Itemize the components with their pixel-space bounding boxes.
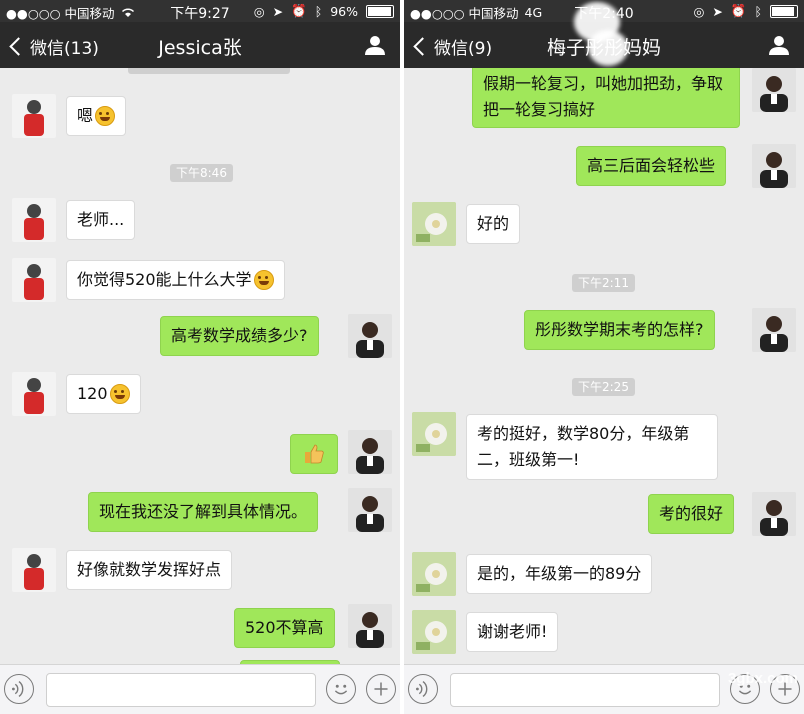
avatar-self[interactable]	[348, 488, 392, 532]
bluetooth-icon: ᛒ	[754, 3, 762, 19]
avatar-self[interactable]	[752, 68, 796, 112]
avatar-contact[interactable]	[412, 412, 456, 456]
bluetooth-icon: ᛒ	[314, 3, 323, 19]
message-list[interactable]: 嗯 下午8:46 老师... 你觉得520能上什么大学 高考数学成绩多少? 12…	[0, 68, 400, 664]
teacher-avatar-icon	[348, 430, 392, 474]
message-bubble-self[interactable]: 现在我还没了解到具体情况。	[88, 492, 319, 532]
input-toolbar	[0, 664, 400, 714]
teacher-avatar-icon	[752, 308, 796, 352]
message-list[interactable]: 假期一轮复习，叫她加把劲，争取把一轮复习搞好 高三后面会轻松些 好的 下午2:1…	[404, 68, 804, 664]
status-bar: ●●○○○ 中国移动 下午9:27 ◎ ➤ ⏰ ᛒ 96%	[0, 0, 400, 22]
chat-window-left: ●●○○○ 中国移动 下午9:27 ◎ ➤ ⏰ ᛒ 96% 微信(13) Jes…	[0, 0, 400, 714]
contact-profile-icon[interactable]	[768, 34, 790, 56]
message-input[interactable]	[46, 673, 316, 707]
privacy-blur	[588, 30, 628, 66]
message-bubble[interactable]: 谢谢老师!	[466, 612, 559, 652]
message-bubble[interactable]: 嗯	[66, 96, 127, 136]
message-bubble[interactable]: 考的挺好，数学80分，年级第二，班级第一!	[466, 414, 718, 480]
voice-input-icon[interactable]	[4, 674, 34, 704]
battery-icon	[770, 4, 798, 18]
location-icon: ➤	[712, 3, 723, 19]
chat-window-right: ●●○○○ 中国移动 4G 下午2:40 ◎ ➤ ⏰ ᛒ 微信(9) 梅子彤彤妈…	[404, 0, 804, 714]
message-bubble[interactable]: 好像就数学发挥好点	[66, 550, 233, 590]
laughing-emoji-icon	[95, 106, 116, 126]
message-bubble-self[interactable]: 高考数学成绩多少?	[160, 316, 319, 356]
message-bubble[interactable]: 老师...	[66, 200, 136, 240]
avatar-self[interactable]	[752, 308, 796, 352]
emoji-icon[interactable]	[326, 674, 356, 704]
contact-avatar-icon	[24, 378, 44, 414]
timestamp-cropped	[128, 68, 290, 74]
avatar-self[interactable]	[348, 314, 392, 358]
teacher-avatar-icon	[348, 314, 392, 358]
message-bubble-self[interactable]: 520不算高	[234, 608, 335, 648]
battery-percent: 96%	[330, 3, 358, 19]
message-bubble-self[interactable]	[290, 434, 338, 474]
voice-input-icon[interactable]	[408, 674, 438, 704]
teacher-avatar-icon	[348, 488, 392, 532]
teacher-avatar-icon	[752, 68, 796, 112]
avatar-self[interactable]	[752, 492, 796, 536]
message-bubble[interactable]: 好的	[466, 204, 521, 244]
lock-rotation-icon: ◎	[693, 3, 705, 19]
avatar-self[interactable]	[752, 144, 796, 188]
avatar-contact[interactable]	[12, 548, 56, 592]
flower-avatar-icon	[412, 610, 456, 654]
message-input[interactable]	[450, 673, 720, 707]
contact-profile-icon[interactable]	[364, 34, 386, 56]
avatar-contact[interactable]	[412, 202, 456, 246]
laughing-emoji-icon	[253, 270, 274, 290]
laughing-emoji-icon	[109, 384, 130, 404]
flower-avatar-icon	[412, 412, 456, 456]
message-bubble-self[interactable]: 考的很好	[648, 494, 735, 534]
timestamp: 下午2:11	[572, 274, 635, 292]
watermark: 3gbx.com	[727, 670, 798, 687]
message-bubble-self[interactable]: 高三后面会轻松些	[576, 146, 727, 186]
avatar-contact[interactable]	[12, 94, 56, 138]
contact-avatar-icon	[24, 554, 44, 590]
battery-icon	[366, 4, 394, 18]
message-bubble[interactable]: 120	[66, 374, 141, 414]
teacher-avatar-icon	[348, 604, 392, 648]
avatar-self[interactable]	[348, 430, 392, 474]
message-bubble[interactable]: 你觉得520能上什么大学	[66, 260, 285, 300]
avatar-contact[interactable]	[412, 610, 456, 654]
location-icon: ➤	[272, 3, 284, 19]
teacher-avatar-icon	[752, 144, 796, 188]
screenshot: ●●○○○ 中国移动 下午9:27 ◎ ➤ ⏰ ᛒ 96% 微信(13) Jes…	[0, 0, 804, 714]
thumbs-up-icon	[305, 444, 324, 464]
teacher-avatar-icon	[752, 492, 796, 536]
avatar-contact[interactable]	[12, 258, 56, 302]
plus-icon[interactable]	[366, 674, 396, 704]
flower-avatar-icon	[412, 202, 456, 246]
contact-avatar-icon	[24, 204, 44, 240]
chat-title: Jessica张	[158, 37, 242, 59]
avatar-contact[interactable]	[412, 552, 456, 596]
message-bubble[interactable]: 是的，年级第一的89分	[466, 554, 653, 594]
lock-rotation-icon: ◎	[253, 3, 265, 19]
alarm-icon: ⏰	[291, 3, 307, 18]
message-bubble-self[interactable]: 假期一轮复习，叫她加把劲，争取把一轮复习搞好	[472, 68, 740, 128]
avatar-contact[interactable]	[12, 372, 56, 416]
timestamp: 下午8:46	[170, 164, 233, 182]
alarm-icon: ⏰	[730, 3, 747, 18]
flower-avatar-icon	[412, 552, 456, 596]
avatar-contact[interactable]	[12, 198, 56, 242]
contact-avatar-icon	[24, 264, 44, 300]
timestamp: 下午2:25	[572, 378, 635, 396]
avatar-self[interactable]	[348, 604, 392, 648]
message-bubble-self[interactable]: 彤彤数学期末考的怎样?	[524, 310, 715, 350]
contact-avatar-icon	[24, 100, 44, 136]
chat-header: 微信(13) Jessica张	[0, 22, 400, 68]
